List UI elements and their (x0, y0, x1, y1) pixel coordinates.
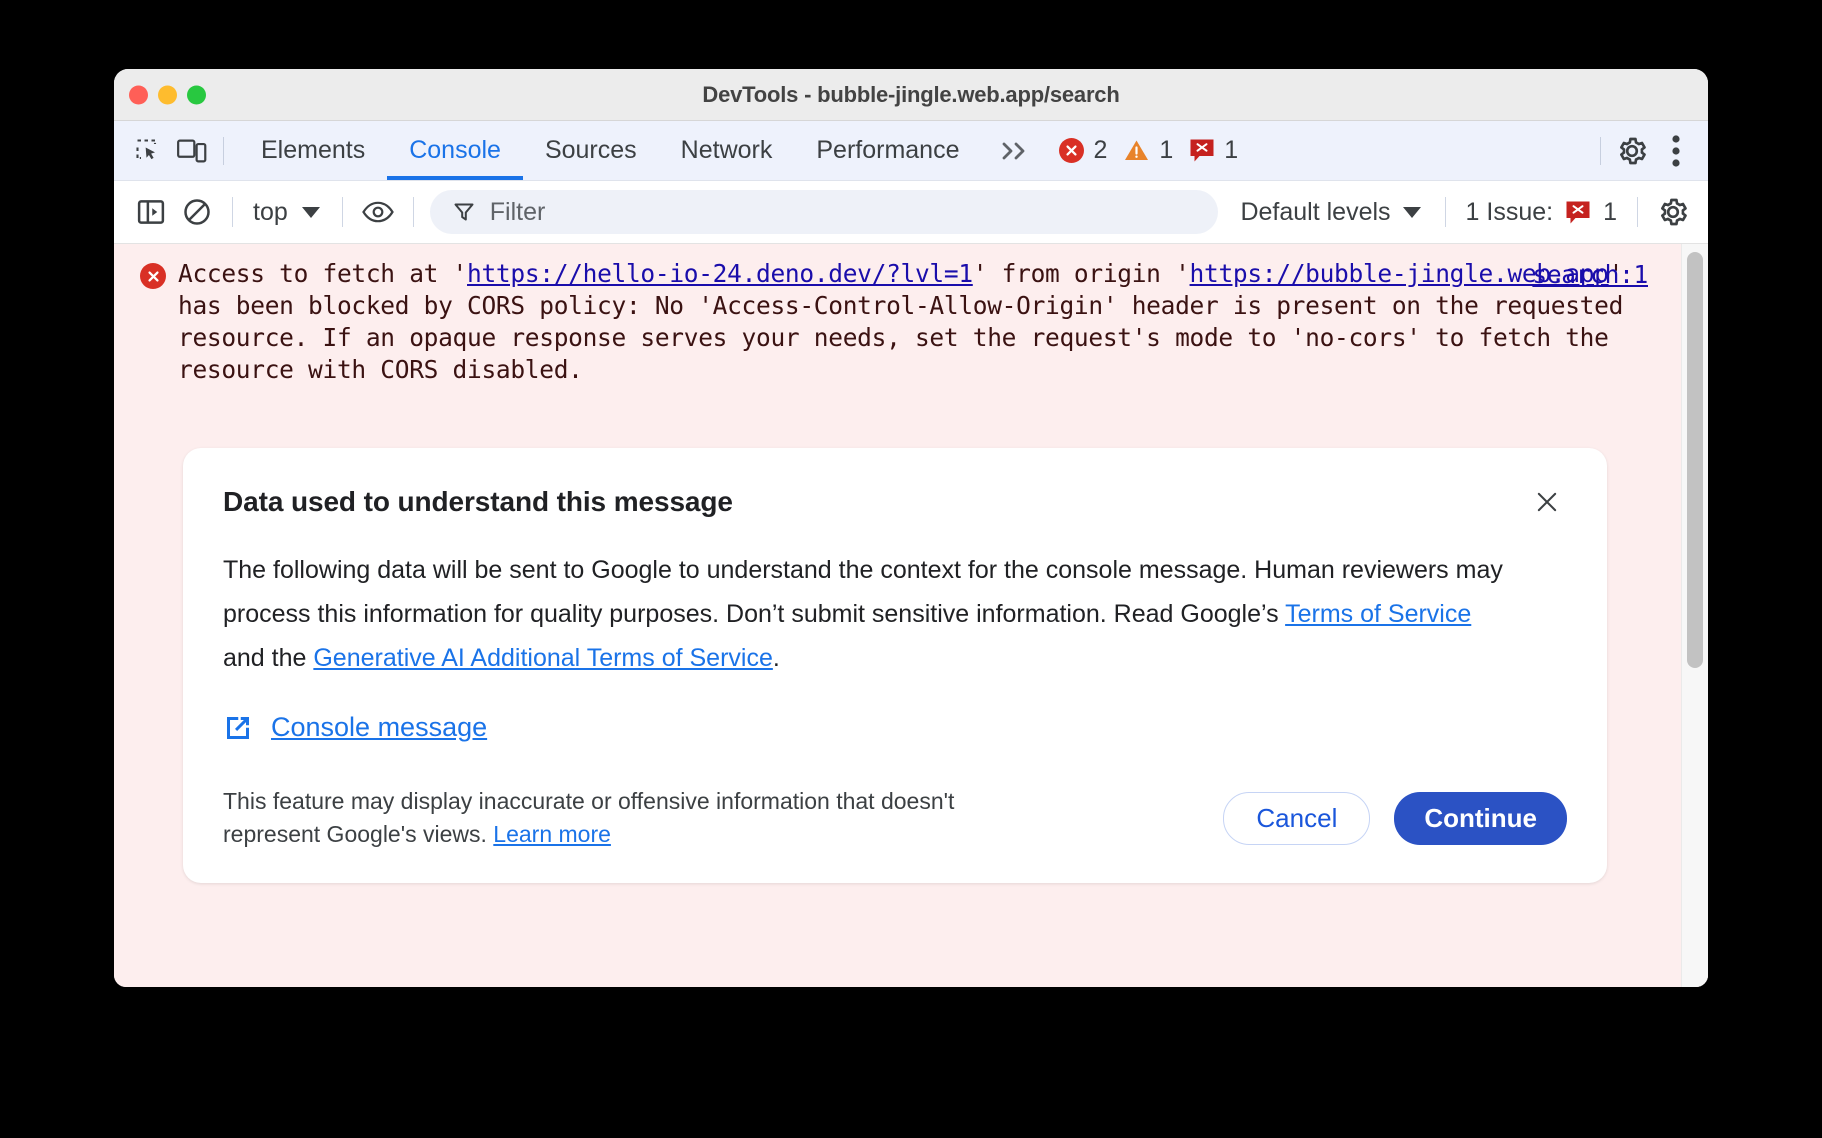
issues-indicator[interactable]: 1 Issue: 1 (1458, 198, 1625, 227)
close-card-button[interactable] (1527, 482, 1567, 522)
card-body-text: The following data will be sent to Googl… (223, 548, 1513, 680)
inspect-element-button[interactable] (126, 129, 170, 173)
execution-context-label: top (253, 198, 288, 227)
toolbar-divider-5 (1637, 197, 1638, 227)
card-body-part-3: . (773, 644, 780, 672)
window-title: DevTools - bubble-jingle.web.app/search (114, 82, 1708, 108)
issues-label: 1 Issue: (1466, 198, 1554, 227)
console-error-message[interactable]: Access to fetch at 'https://hello-io-24.… (114, 244, 1708, 396)
error-counter[interactable]: 2 (1055, 136, 1111, 165)
filter-funnel-icon (452, 200, 476, 224)
eye-icon (361, 199, 395, 225)
console-output: Access to fetch at 'https://hello-io-24.… (114, 244, 1708, 987)
console-message-disclosure-link[interactable]: Console message (223, 712, 1567, 743)
card-body-part-2: and the (223, 644, 313, 672)
console-sidebar-icon (136, 197, 166, 227)
minimize-window-button[interactable] (158, 85, 177, 104)
toolbar-divider-3 (413, 197, 414, 227)
toggle-device-toolbar-button[interactable] (170, 129, 214, 173)
error-circle-icon (1059, 138, 1084, 163)
console-error-text: Access to fetch at 'https://hello-io-24.… (140, 258, 1648, 386)
live-expression-button[interactable] (355, 189, 401, 235)
console-filter-input[interactable]: Filter (430, 190, 1219, 234)
screen: DevTools - bubble-jingle.web.app/search … (0, 0, 1822, 1138)
issue-badge-icon (1189, 138, 1215, 163)
tab-sources[interactable]: Sources (523, 121, 659, 180)
console-settings-button[interactable] (1650, 189, 1696, 235)
clear-console-icon (182, 197, 212, 227)
close-window-button[interactable] (129, 85, 148, 104)
chevron-down-icon-levels (1403, 207, 1421, 218)
error-count-label: 2 (1093, 136, 1107, 165)
filter-placeholder-text: Filter (490, 198, 546, 227)
tabbar-divider (223, 137, 224, 165)
console-settings-gear-icon (1657, 196, 1689, 228)
devtools-more-options-button[interactable] (1654, 129, 1698, 173)
zoom-window-button[interactable] (187, 85, 206, 104)
console-sidebar-toggle[interactable] (128, 189, 174, 235)
issues-counter[interactable]: 1 (1185, 136, 1242, 165)
warning-counter[interactable]: 1 (1119, 136, 1177, 165)
inspect-element-icon (134, 137, 162, 165)
issue-badge-icon-toolbar (1565, 200, 1591, 225)
error-text-part-1: Access to fetch at ' (178, 259, 467, 288)
warning-count-label: 1 (1159, 136, 1173, 165)
close-icon (1534, 489, 1560, 515)
tabbar-divider-right (1600, 137, 1601, 165)
generative-ai-terms-link[interactable]: Generative AI Additional Terms of Servic… (313, 644, 773, 672)
tabbar-right-controls (1591, 129, 1708, 173)
tab-performance[interactable]: Performance (794, 121, 981, 180)
tab-elements[interactable]: Elements (239, 121, 387, 180)
card-footer: This feature may display inaccurate or o… (223, 785, 1567, 851)
double-chevron-right-icon (999, 139, 1033, 163)
devtools-tabbar: Elements Console Sources Network Perform… (114, 121, 1708, 181)
issue-count-label: 1 (1224, 136, 1238, 165)
continue-button[interactable]: Continue (1394, 792, 1567, 845)
window-titlebar: DevTools - bubble-jingle.web.app/search (114, 69, 1708, 121)
data-consent-card: Data used to understand this message The… (183, 448, 1607, 883)
more-tabs-button[interactable] (981, 139, 1047, 163)
console-scrollbar-track[interactable] (1681, 244, 1708, 987)
device-toolbar-icon (177, 137, 207, 165)
terms-of-service-link[interactable]: Terms of Service (1285, 600, 1471, 628)
error-text-part-2: ' from origin ' (973, 259, 1190, 288)
toolbar-divider-4 (1445, 197, 1446, 227)
traffic-lights (129, 85, 206, 104)
warning-triangle-icon (1123, 138, 1150, 163)
chevron-down-icon (302, 207, 320, 218)
cancel-button[interactable]: Cancel (1223, 792, 1370, 845)
toolbar-divider-2 (342, 197, 343, 227)
log-levels-label: Default levels (1240, 198, 1390, 227)
kebab-menu-icon (1671, 134, 1681, 168)
panel-tabs: Elements Console Sources Network Perform… (239, 121, 981, 180)
card-actions: Cancel Continue (1223, 792, 1567, 845)
console-toolbar: top Filter Default levels (114, 181, 1708, 244)
execution-context-selector[interactable]: top (245, 198, 330, 227)
tab-console[interactable]: Console (387, 121, 523, 180)
tab-network[interactable]: Network (659, 121, 795, 180)
devtools-window: DevTools - bubble-jingle.web.app/search … (114, 69, 1708, 987)
toolbar-divider-1 (232, 197, 233, 227)
card-title: Data used to understand this message (223, 486, 733, 518)
learn-more-link[interactable]: Learn more (493, 821, 611, 847)
log-levels-selector[interactable]: Default levels (1228, 198, 1432, 227)
x-mark-icon (1064, 143, 1079, 158)
console-source-link[interactable]: search:1 (1532, 260, 1648, 289)
issues-count-label: 1 (1603, 198, 1617, 227)
gear-icon (1616, 135, 1648, 167)
console-scrollbar-thumb[interactable] (1687, 252, 1703, 668)
clear-console-button[interactable] (174, 189, 220, 235)
issue-counters: 2 1 (1055, 136, 1242, 165)
card-disclaimer: This feature may display inaccurate or o… (223, 785, 1013, 851)
external-link-icon (223, 713, 253, 743)
console-message-link-label: Console message (271, 712, 487, 743)
devtools-settings-button[interactable] (1610, 129, 1654, 173)
card-header: Data used to understand this message (223, 482, 1567, 522)
error-url-link-1[interactable]: https://hello-io-24.deno.dev/?lvl=1 (467, 259, 973, 288)
error-circle-icon-message (140, 263, 166, 289)
